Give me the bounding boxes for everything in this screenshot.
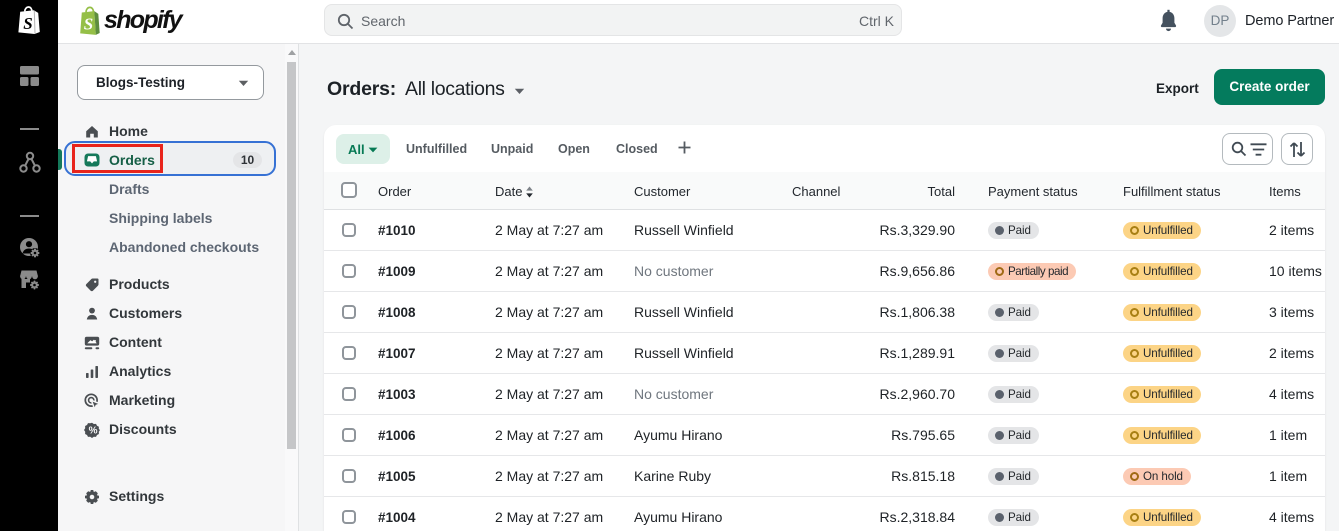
svg-text:%: % bbox=[89, 426, 98, 437]
svg-text:S: S bbox=[23, 14, 32, 33]
svg-text:S: S bbox=[84, 15, 93, 34]
